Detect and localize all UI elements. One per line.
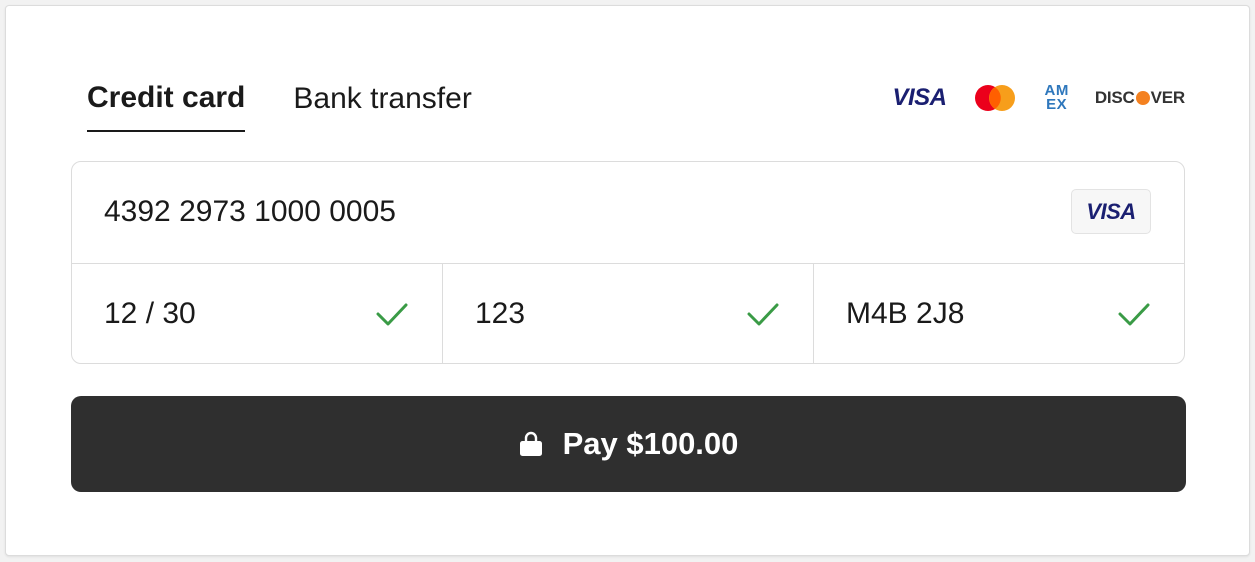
tab-credit-card[interactable]: Credit card [87,78,246,132]
visa-logo: VISA [892,84,947,112]
payment-method-tabs: Credit card Bank transfer [87,78,520,132]
postal-code-cell [814,264,1184,363]
detected-card-brand-badge: VISA [1071,189,1151,234]
postal-code-input[interactable] [846,294,1086,334]
tab-bank-transfer[interactable]: Bank transfer [293,78,471,132]
cvc-cell [443,264,814,363]
expiry-input[interactable] [104,294,344,334]
discover-logo-pre: DISC [1094,88,1135,107]
discover-logo: DISC VER [1095,88,1185,108]
amex-logo: AM EX [1044,83,1068,113]
payment-form-card: Credit card Bank transfer VISA AM EX DIS… [5,5,1250,556]
card-number-input[interactable] [104,192,1004,232]
accepted-card-brands: VISA AM EX DISC VER [866,83,1185,113]
pay-button-label: Pay $100.00 [562,426,739,461]
expiry-check-icon [376,303,408,326]
expiry-cell [72,264,443,363]
pay-button[interactable]: Pay $100.00 [71,396,1186,492]
postal-code-check-icon [1118,303,1150,326]
card-details-row [72,264,1184,363]
detected-brand-text: VISA [1086,198,1136,224]
discover-logo-post: VER [1150,88,1186,107]
cvc-input[interactable] [475,294,715,334]
card-details-box: VISA [71,161,1185,364]
cvc-check-icon [747,303,779,326]
lock-icon [519,431,542,456]
mastercard-icon [972,84,1018,112]
card-number-row: VISA [72,162,1184,264]
amex-logo-bottom: EX [1046,96,1068,113]
discover-dot-icon [1135,91,1150,105]
visa-logo-text: VISA [892,84,947,111]
